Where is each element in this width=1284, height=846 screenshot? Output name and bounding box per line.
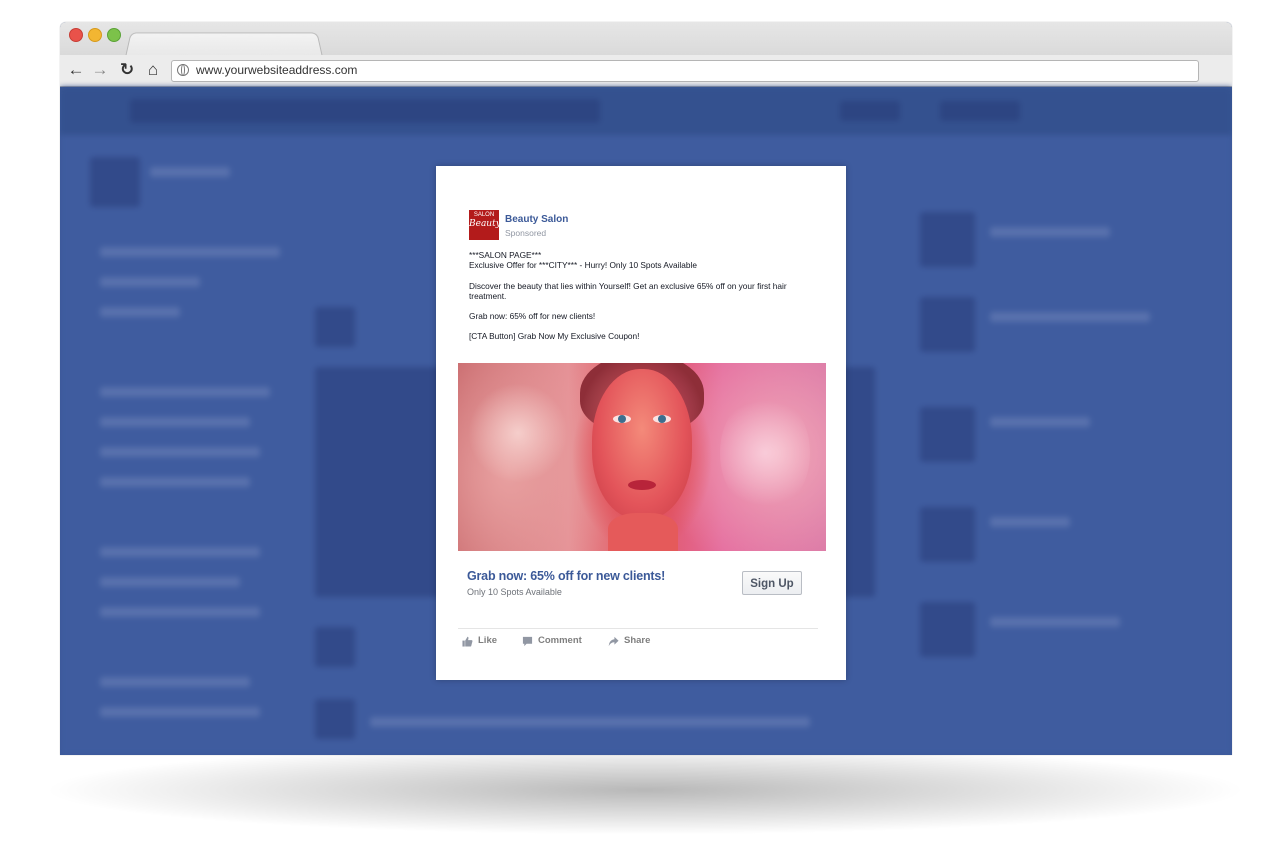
reload-icon[interactable]: ↻ xyxy=(116,59,138,81)
blurred-thumb xyxy=(920,602,975,657)
blurred-text xyxy=(990,312,1150,322)
ad-body-text: ***SALON PAGE*** Exclusive Offer for ***… xyxy=(469,250,809,352)
blurred-search xyxy=(130,99,600,123)
blurred-text xyxy=(370,717,810,727)
hero-face xyxy=(592,369,692,519)
blurred-text xyxy=(100,307,180,317)
home-icon[interactable]: ⌂ xyxy=(142,59,164,81)
blurred-block xyxy=(840,101,900,121)
sponsored-label[interactable]: Sponsored xyxy=(505,228,546,238)
blurred-text xyxy=(100,677,250,687)
hero-lips xyxy=(628,480,656,490)
blurred-text xyxy=(100,247,280,257)
blurred-text xyxy=(100,387,270,397)
body-paragraph-2: Discover the beauty that lies within You… xyxy=(469,280,787,301)
hero-left-figure xyxy=(468,383,568,483)
browser-shadow xyxy=(40,745,1250,835)
blurred-text xyxy=(100,477,250,487)
blurred-text xyxy=(990,417,1090,427)
body-paragraph-4: [CTA Button] Grab Now My Exclusive Coupo… xyxy=(469,331,640,342)
maximize-window-button[interactable] xyxy=(107,28,121,42)
share-arrow-icon xyxy=(608,636,619,647)
browser-chrome: ← → ↻ ⌂ www.yourwebsiteaddress.com xyxy=(60,22,1232,87)
address-bar[interactable]: www.yourwebsiteaddress.com xyxy=(171,60,1199,82)
thumbs-up-icon xyxy=(462,636,473,647)
blurred-text xyxy=(150,167,230,177)
globe-icon xyxy=(177,64,189,76)
body-line-2: Exclusive Offer for ***CITY*** - Hurry! … xyxy=(469,260,697,271)
blurred-text xyxy=(100,417,250,427)
blurred-avatar xyxy=(315,699,355,739)
logo-top-text: SALON xyxy=(473,212,495,218)
cta-description: Only 10 Spots Available xyxy=(467,587,562,597)
blurred-text xyxy=(100,577,240,587)
browser-tab[interactable] xyxy=(125,32,323,57)
forward-arrow-icon[interactable]: → xyxy=(89,59,111,81)
blurred-block xyxy=(940,101,1020,121)
blurred-text xyxy=(100,547,260,557)
hero-left-eye xyxy=(613,415,631,423)
share-label: Share xyxy=(624,635,651,646)
page-name-link[interactable]: Beauty Salon xyxy=(505,214,568,225)
sign-up-button[interactable]: Sign Up xyxy=(742,571,802,595)
comment-label: Comment xyxy=(538,635,582,646)
comment-icon xyxy=(522,636,533,647)
browser-toolbar: ← → ↻ ⌂ www.yourwebsiteaddress.com xyxy=(60,55,1232,86)
hero-right-eye xyxy=(653,415,671,423)
blurred-thumb xyxy=(920,407,975,462)
like-label: Like xyxy=(478,635,498,646)
blurred-text xyxy=(100,707,260,717)
cta-headline[interactable]: Grab now: 65% off for new clients! xyxy=(467,569,665,583)
close-window-button[interactable] xyxy=(69,28,83,42)
blurred-thumb xyxy=(920,212,975,267)
blurred-text xyxy=(990,227,1110,237)
blurred-avatar xyxy=(90,157,140,207)
hero-right-figure xyxy=(720,393,810,513)
blurred-thumb xyxy=(920,297,975,352)
body-paragraph-3: Grab now: 65% off for new clients! xyxy=(469,311,596,322)
blurred-avatar xyxy=(315,307,355,347)
beauty-salon-logo[interactable]: SALON Beauty xyxy=(469,210,499,240)
hero-hands xyxy=(608,513,678,551)
blurred-text xyxy=(100,277,200,287)
minimize-window-button[interactable] xyxy=(88,28,102,42)
logo-brand-text: Beauty xyxy=(469,219,499,229)
blurred-text xyxy=(990,517,1070,527)
blurred-avatar xyxy=(315,627,355,667)
ad-hero-image[interactable] xyxy=(458,363,826,551)
blurred-text xyxy=(100,447,260,457)
body-line-1: ***SALON PAGE*** xyxy=(469,250,542,260)
sponsored-ad-card: SALON Beauty Beauty Salon Sponsored ***S… xyxy=(436,166,846,680)
blurred-text xyxy=(990,617,1120,627)
url-text: www.yourwebsiteaddress.com xyxy=(196,63,358,77)
blurred-thumb xyxy=(920,507,975,562)
actions-divider xyxy=(458,628,818,629)
back-arrow-icon[interactable]: ← xyxy=(65,59,87,81)
blurred-text xyxy=(100,607,260,617)
